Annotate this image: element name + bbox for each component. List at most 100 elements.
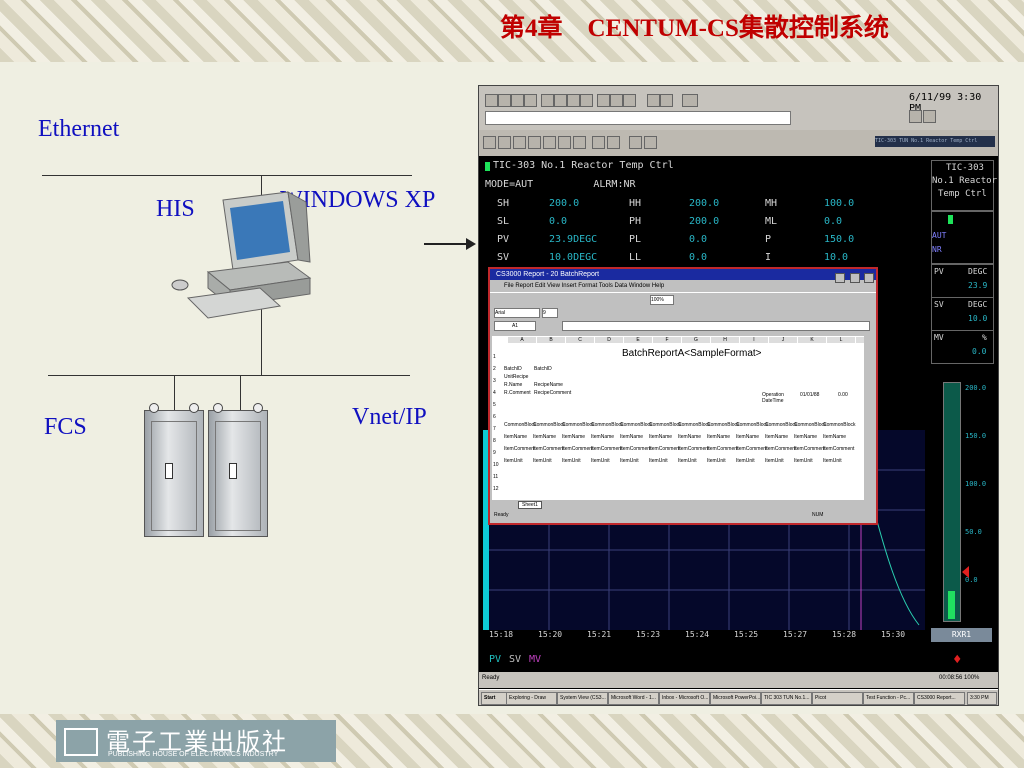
report-grid[interactable]: ABCDEFGHIJKLM 123456789101112 BatchRepor… — [492, 336, 864, 500]
maximize-button[interactable] — [849, 273, 860, 283]
font-select[interactable]: Arial — [494, 308, 540, 318]
row-number[interactable]: 1 — [493, 354, 496, 360]
row-number[interactable]: 7 — [493, 426, 496, 432]
meta-cell: R.Name — [504, 382, 523, 388]
close-button[interactable] — [864, 273, 874, 283]
window-button-icon[interactable] — [483, 136, 496, 149]
item-cell: ItemComment — [765, 446, 797, 452]
toolbar-button-icon[interactable] — [485, 94, 498, 107]
side-sv-box: SV DEGC 10.0 — [931, 297, 994, 331]
report-menu-bar[interactable]: File Report Edit View Insert Format Tool… — [490, 280, 876, 292]
param-v1: 23.9DEGC — [549, 234, 598, 245]
taskbar-item[interactable]: System View (CS3... — [557, 692, 608, 705]
row-number[interactable]: 10 — [493, 462, 499, 468]
window-button-icon[interactable] — [513, 136, 526, 149]
column-header[interactable]: C — [566, 337, 594, 343]
windows-taskbar: Start Exploring - Draw System View (CS3..… — [479, 689, 998, 705]
column-header[interactable]: D — [595, 337, 623, 343]
bar-gauge — [943, 382, 961, 622]
item-cell: ItemUnit — [504, 458, 523, 464]
toolbar-button-icon[interactable] — [541, 94, 554, 107]
toolbar-button-icon[interactable] — [647, 94, 660, 107]
op-label: Operation DateTime — [762, 392, 784, 404]
column-header[interactable]: E — [624, 337, 652, 343]
column-header[interactable]: L — [827, 337, 855, 343]
vnet-line — [48, 375, 410, 376]
window-button-icon[interactable] — [558, 136, 571, 149]
column-header[interactable]: A — [508, 337, 536, 343]
toolbar-button-icon[interactable] — [623, 94, 636, 107]
fcs-label: FCS — [44, 414, 87, 440]
row-number[interactable]: 6 — [493, 414, 496, 420]
taskbar-item[interactable]: Exploring - Draw — [506, 692, 557, 705]
toolbar-button-icon[interactable] — [610, 94, 623, 107]
window-button-icon[interactable] — [543, 136, 556, 149]
column-header[interactable]: F — [653, 337, 681, 343]
item-cell: CommonBlock — [649, 422, 682, 428]
formula-input[interactable] — [562, 321, 870, 331]
message-icon[interactable] — [923, 110, 936, 123]
row-number[interactable]: 11 — [493, 474, 498, 480]
toolbar-button-icon[interactable] — [554, 94, 567, 107]
window-button-icon[interactable] — [629, 136, 642, 149]
taskbar-item[interactable]: Picot — [812, 692, 863, 705]
row-number[interactable]: 12 — [493, 486, 499, 492]
column-header[interactable]: H — [711, 337, 739, 343]
toolbar-button-icon[interactable] — [511, 94, 524, 107]
pv-bar — [948, 591, 955, 619]
op-value: 0.00 — [838, 392, 848, 398]
publisher-book-icon — [64, 728, 98, 756]
window-button-icon[interactable] — [592, 136, 605, 149]
column-header[interactable]: M — [856, 337, 864, 343]
toolbar-button-icon[interactable] — [660, 94, 673, 107]
column-header[interactable]: I — [740, 337, 768, 343]
publisher-logo: 電子工業出版社 PUBLISHING HOUSE OF ELECTRONICS … — [56, 720, 336, 762]
row-number[interactable]: 3 — [493, 378, 496, 384]
column-header[interactable]: G — [682, 337, 710, 343]
copy-button-icon[interactable] — [682, 94, 698, 107]
row-number[interactable]: 8 — [493, 438, 496, 444]
taskbar-item[interactable]: Inbox - Microsoft O... — [659, 692, 710, 705]
row-number[interactable]: 5 — [493, 402, 496, 408]
side-sv-label: SV — [934, 300, 944, 309]
minimize-button[interactable] — [835, 273, 846, 283]
row-number[interactable]: 4 — [493, 390, 496, 396]
window-button-icon[interactable] — [607, 136, 620, 149]
window-button-icon[interactable] — [644, 136, 657, 149]
item-cell: ItemComment — [562, 446, 594, 452]
name-box[interactable]: A1 — [494, 321, 536, 331]
row-number[interactable]: 2 — [493, 366, 496, 372]
taskbar-item[interactable]: Microsoft PowerPoi... — [710, 692, 761, 705]
window-button-icon[interactable] — [498, 136, 511, 149]
toolbar-button-icon[interactable] — [524, 94, 537, 107]
start-button[interactable]: Start — [481, 692, 507, 705]
taskbar-item[interactable]: CS3000 Report... — [914, 692, 965, 705]
column-header[interactable]: K — [798, 337, 826, 343]
window-button-icon[interactable] — [573, 136, 586, 149]
column-header[interactable]: B — [537, 337, 565, 343]
column-header[interactable]: J — [769, 337, 797, 343]
toolbar-button-icon[interactable] — [580, 94, 593, 107]
sheet-tab[interactable]: Sheet1 — [518, 501, 542, 509]
item-cell: ItemComment — [620, 446, 652, 452]
command-input[interactable] — [485, 111, 791, 125]
toolbar-button-icon[interactable] — [567, 94, 580, 107]
taskbar-item[interactable]: Test Function - Pc... — [863, 692, 914, 705]
taskbar-item[interactable]: Microsoft Word - 1... — [608, 692, 659, 705]
toolbar-button-icon[interactable] — [498, 94, 511, 107]
station-box[interactable]: RXR1 — [931, 628, 992, 642]
param-l1: SH — [497, 198, 510, 209]
side-tag: TIC-303 — [946, 163, 984, 173]
row-number[interactable]: 9 — [493, 450, 496, 456]
sv-pointer-icon[interactable] — [962, 566, 969, 578]
window-button-icon[interactable] — [528, 136, 541, 149]
side-mv-unit: % — [982, 333, 987, 342]
taskbar-item[interactable]: TIC 303 TUN No.1... — [761, 692, 812, 705]
side-mode: AUT — [932, 231, 947, 240]
size-select[interactable]: 9 — [542, 308, 558, 318]
alarm-icon[interactable] — [909, 110, 922, 123]
zoom-select[interactable]: 100% — [650, 295, 674, 305]
report-toolbar: 100% — [490, 292, 876, 306]
faceplate-title: TIC-303 No.1 Reactor Temp Ctrl — [493, 160, 674, 171]
toolbar-button-icon[interactable] — [597, 94, 610, 107]
